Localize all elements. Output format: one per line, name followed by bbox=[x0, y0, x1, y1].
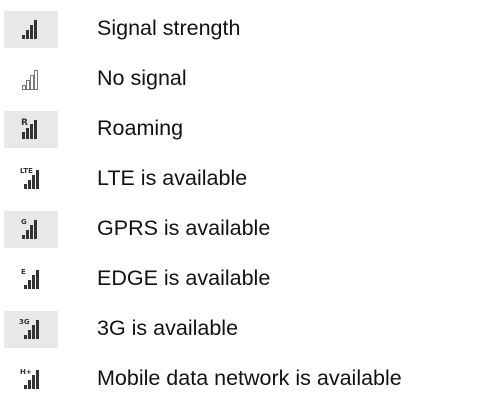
status-icon-legend: Signal strength No signal R Roaming LTE … bbox=[0, 3, 480, 403]
roaming-icon: R bbox=[4, 111, 58, 148]
legend-row-no-signal: No signal bbox=[0, 53, 480, 103]
3g-badge: 3G bbox=[19, 318, 30, 326]
legend-label: GPRS is available bbox=[97, 216, 271, 240]
legend-row-lte: LTE LTE is available bbox=[0, 153, 480, 203]
legend-label: Signal strength bbox=[97, 16, 241, 40]
edge-badge: E bbox=[21, 268, 26, 276]
lte-badge: LTE bbox=[20, 167, 33, 175]
legend-label: No signal bbox=[97, 66, 187, 90]
legend-row-gprs: G GPRS is available bbox=[0, 203, 480, 253]
hsdpa-icon: H+ bbox=[4, 361, 58, 398]
legend-label: 3G is available bbox=[97, 316, 239, 340]
gprs-icon: G bbox=[4, 211, 58, 248]
legend-label: EDGE is available bbox=[97, 266, 271, 290]
legend-label: Mobile data network is available bbox=[97, 366, 402, 390]
legend-row-mobile-data: H+ Mobile data network is available bbox=[0, 353, 480, 403]
legend-label: LTE is available bbox=[97, 166, 248, 190]
legend-row-signal-strength: Signal strength bbox=[0, 3, 480, 53]
edge-icon: E bbox=[4, 261, 58, 298]
legend-row-3g: 3G 3G is available bbox=[0, 303, 480, 353]
3g-icon: 3G bbox=[4, 311, 58, 348]
hsdpa-badge: H+ bbox=[20, 368, 32, 376]
gprs-badge: G bbox=[21, 218, 27, 226]
legend-label: Roaming bbox=[97, 116, 184, 140]
lte-icon: LTE bbox=[4, 161, 58, 198]
signal-strength-icon bbox=[4, 11, 58, 48]
legend-row-edge: E EDGE is available bbox=[0, 253, 480, 303]
legend-row-roaming: R Roaming bbox=[0, 103, 480, 153]
roaming-badge: R bbox=[21, 118, 28, 128]
no-signal-icon bbox=[4, 61, 58, 98]
